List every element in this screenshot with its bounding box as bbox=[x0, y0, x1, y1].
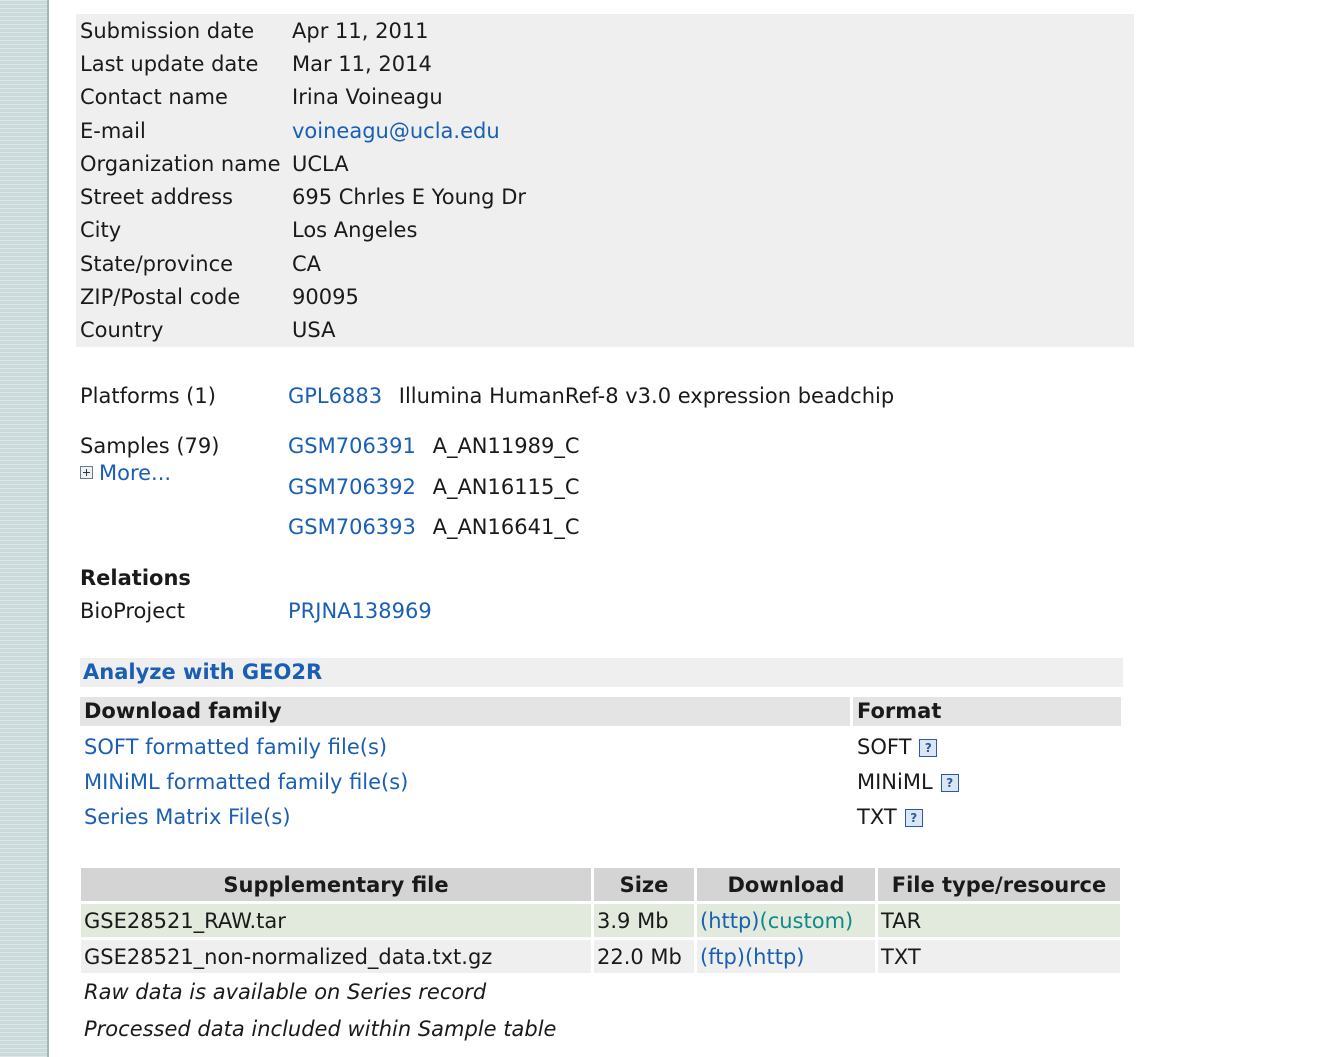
contact-value: Irina Voineagu bbox=[292, 85, 443, 109]
bioproject-link[interactable]: PRJNA138969 bbox=[288, 599, 432, 623]
sample-link[interactable]: GSM706393 bbox=[288, 515, 416, 539]
contact-row-email: E-mail voineagu@ucla.edu bbox=[80, 115, 1130, 148]
sample-row: GSM706393 A_AN16641_C bbox=[288, 515, 580, 539]
raw-data-note: Raw data is available on Series record bbox=[84, 980, 487, 1004]
sample-link[interactable]: GSM706391 bbox=[288, 434, 416, 458]
format-txt: TXT? bbox=[857, 800, 923, 835]
contact-row-country: Country USA bbox=[80, 314, 1130, 347]
soft-family-link[interactable]: SOFT formatted family file(s) bbox=[84, 730, 387, 765]
left-sidebar-strip bbox=[0, 0, 49, 1057]
relations-heading: Relations bbox=[80, 566, 191, 590]
contact-value: UCLA bbox=[292, 152, 349, 176]
sample-row: GSM706391 A_AN11989_C bbox=[288, 434, 580, 458]
file-size: 3.9 Mb bbox=[594, 904, 694, 937]
expand-plus-icon bbox=[80, 466, 93, 479]
header-file-type: File type/resource bbox=[878, 868, 1120, 901]
platforms-label: Platforms (1) bbox=[80, 384, 216, 408]
help-icon[interactable]: ? bbox=[940, 774, 959, 792]
contact-key: State/province bbox=[80, 252, 234, 276]
download-family-header: Download family bbox=[80, 697, 850, 726]
custom-link[interactable]: (custom) bbox=[760, 909, 854, 933]
download-links: (ftp)(http) bbox=[697, 940, 875, 973]
series-matrix-link[interactable]: Series Matrix File(s) bbox=[84, 800, 291, 835]
contact-value: 695 Chrles E Young Dr bbox=[292, 185, 526, 209]
contact-value: Apr 11, 2011 bbox=[292, 19, 429, 43]
platform-link[interactable]: GPL6883 bbox=[288, 384, 382, 408]
help-icon[interactable]: ? bbox=[904, 809, 923, 827]
contact-value: Mar 11, 2014 bbox=[292, 52, 432, 76]
bioproject-label: BioProject bbox=[80, 599, 185, 623]
http-link[interactable]: (http) bbox=[700, 909, 760, 933]
table-row: GSE28521_RAW.tar 3.9 Mb (http)(custom) T… bbox=[81, 904, 1120, 937]
sample-name: A_AN16641_C bbox=[432, 515, 580, 539]
table-row: GSE28521_non-normalized_data.txt.gz 22.0… bbox=[81, 940, 1120, 973]
contact-key: Submission date bbox=[80, 19, 255, 43]
file-name: GSE28521_non-normalized_data.txt.gz bbox=[81, 940, 591, 973]
sample-name: A_AN11989_C bbox=[432, 434, 580, 458]
contact-value: Los Angeles bbox=[292, 218, 418, 242]
samples-more-toggle[interactable]: More... bbox=[80, 461, 171, 485]
file-type: TAR bbox=[878, 904, 1120, 937]
contact-key: E-mail bbox=[80, 119, 146, 143]
help-icon[interactable]: ? bbox=[919, 739, 938, 757]
header-size: Size bbox=[594, 868, 694, 901]
contact-row-submission-date: Submission date Apr 11, 2011 bbox=[80, 15, 1130, 48]
contact-key: City bbox=[80, 218, 122, 242]
contact-key: ZIP/Postal code bbox=[80, 285, 241, 309]
download-links: (http)(custom) bbox=[697, 904, 875, 937]
contact-row-organization: Organization name UCLA bbox=[80, 148, 1130, 181]
contact-row-last-update: Last update date Mar 11, 2014 bbox=[80, 48, 1130, 81]
analyze-geo2r-link[interactable]: Analyze with GEO2R bbox=[80, 660, 322, 684]
contact-key: Country bbox=[80, 318, 164, 342]
format-soft: SOFT? bbox=[857, 730, 938, 765]
platforms-entry: GPL6883 Illumina HumanRef-8 v3.0 express… bbox=[288, 384, 894, 408]
file-name: GSE28521_RAW.tar bbox=[81, 904, 591, 937]
sample-name: A_AN16115_C bbox=[432, 475, 580, 499]
more-link[interactable]: More... bbox=[99, 461, 171, 485]
header-download: Download bbox=[697, 868, 875, 901]
contact-value: USA bbox=[292, 318, 336, 342]
sample-link[interactable]: GSM706392 bbox=[288, 475, 416, 499]
contact-value: CA bbox=[292, 252, 322, 276]
email-link[interactable]: voineagu@ucla.edu bbox=[292, 115, 500, 148]
contact-info-table: Submission date Apr 11, 2011 Last update… bbox=[76, 14, 1134, 347]
contact-value: 90095 bbox=[292, 285, 359, 309]
format-miniml: MINiML? bbox=[857, 765, 959, 800]
contact-row-city: City Los Angeles bbox=[80, 214, 1130, 247]
contact-key: Last update date bbox=[80, 52, 259, 76]
platform-name: Illumina HumanRef-8 v3.0 expression bead… bbox=[398, 384, 895, 408]
samples-label: Samples (79) bbox=[80, 434, 220, 458]
supplementary-files-table: Supplementary file Size Download File ty… bbox=[78, 865, 1123, 976]
format-header: Format bbox=[853, 697, 1121, 726]
header-supplementary-file: Supplementary file bbox=[81, 868, 591, 901]
contact-key: Contact name bbox=[80, 85, 228, 109]
contact-row-street: Street address 695 Chrles E Young Dr bbox=[80, 181, 1130, 214]
contact-row-name: Contact name Irina Voineagu bbox=[80, 81, 1130, 114]
file-size: 22.0 Mb bbox=[594, 940, 694, 973]
ftp-link[interactable]: (ftp) bbox=[700, 945, 745, 969]
contact-key: Street address bbox=[80, 185, 233, 209]
processed-data-note: Processed data included within Sample ta… bbox=[84, 1017, 557, 1041]
contact-row-state: State/province CA bbox=[80, 248, 1130, 281]
http-link[interactable]: (http) bbox=[745, 945, 805, 969]
file-type: TXT bbox=[878, 940, 1120, 973]
geo2r-bar: Analyze with GEO2R bbox=[80, 658, 1123, 687]
contact-row-zip: ZIP/Postal code 90095 bbox=[80, 281, 1130, 314]
contact-key: Organization name bbox=[80, 152, 281, 176]
miniml-family-link[interactable]: MINiML formatted family file(s) bbox=[84, 765, 408, 800]
sample-row: GSM706392 A_AN16115_C bbox=[288, 475, 580, 499]
